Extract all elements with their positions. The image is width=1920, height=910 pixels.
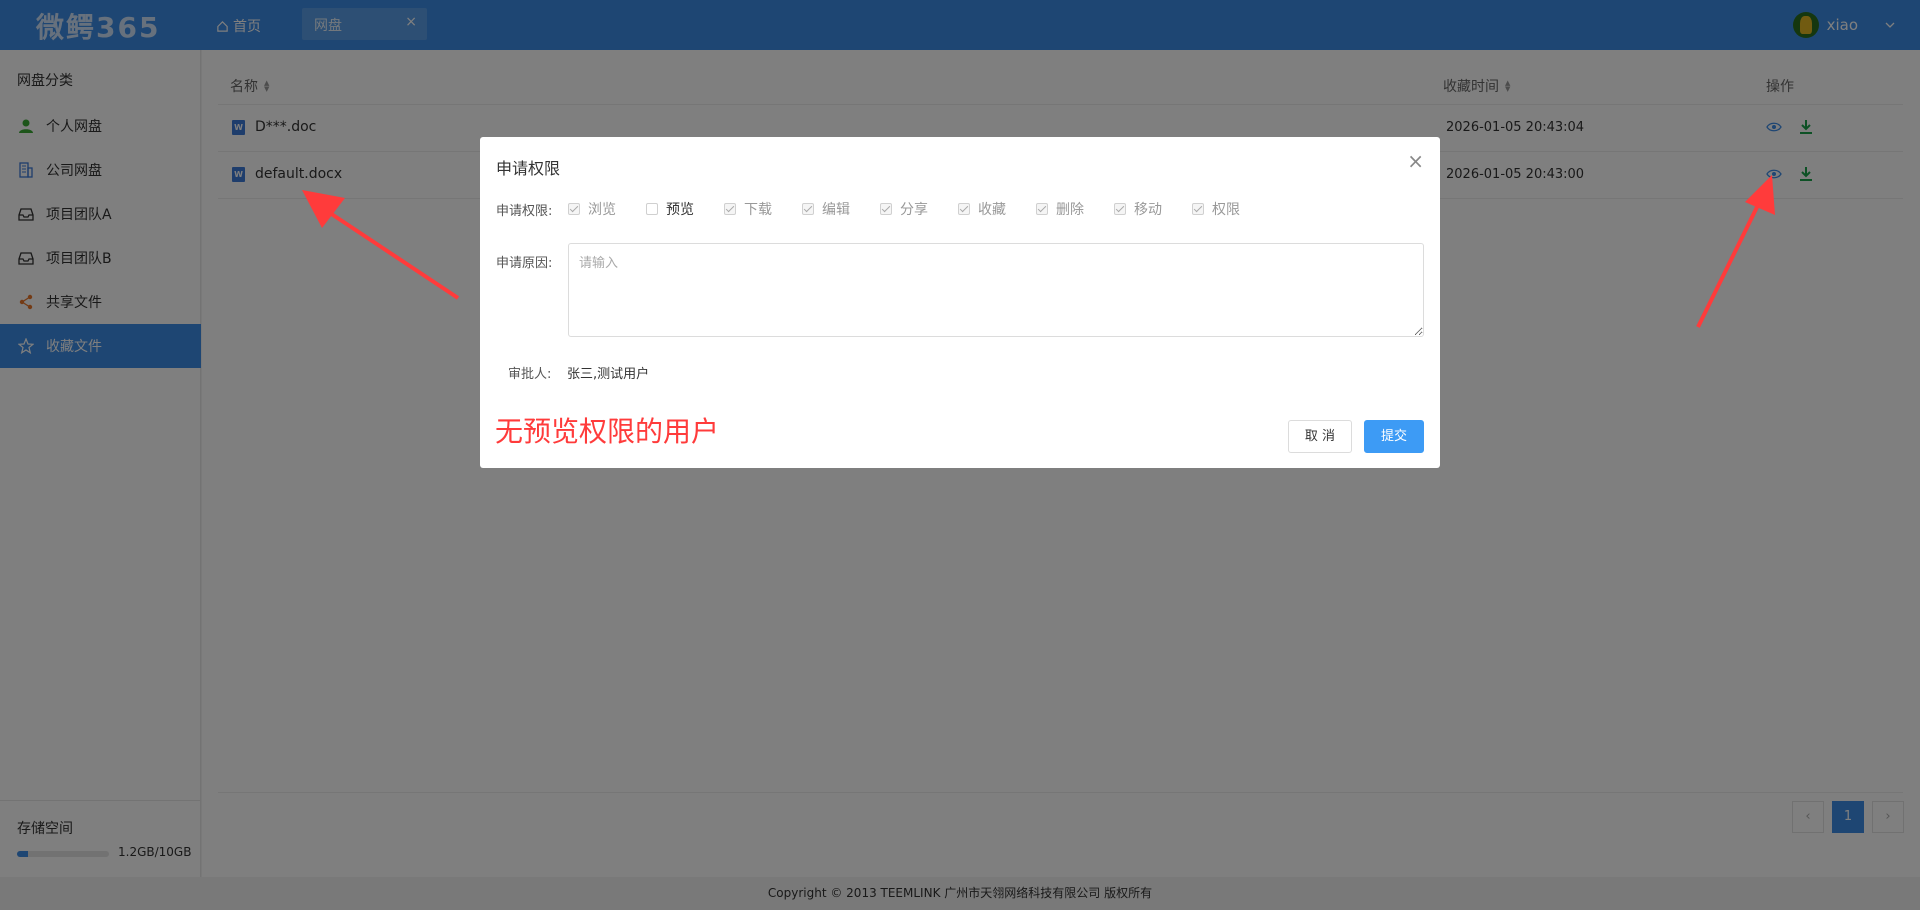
checkbox [1114,203,1126,215]
approver-label: 审批人: [508,367,552,382]
checkbox [958,203,970,215]
checkbox [1192,203,1204,215]
checkbox-label: 下载 [744,202,772,218]
checkbox [724,203,736,215]
checkbox-label: 删除 [1056,202,1084,218]
checkbox [880,203,892,215]
close-icon[interactable]: × [1407,149,1424,173]
cancel-button[interactable]: 取 消 [1288,420,1352,453]
annotation-note: 无预览权限的用户 [495,415,720,448]
checkbox-label: 编辑 [822,202,850,218]
checkbox-label: 移动 [1134,202,1162,218]
checkbox-label[interactable]: 预览 [666,199,694,219]
checkbox [802,203,814,215]
reason-textarea[interactable] [568,243,1424,337]
submit-button[interactable]: 提交 [1364,420,1424,453]
checkbox[interactable] [646,203,658,215]
request-permission-dialog: 申请权限 × 申请权限: 浏览 预览 下载 编辑 分享 收藏 删除 移动 权限 … [480,137,1440,468]
permission-label: 申请权限: [496,204,553,219]
permission-checkbox-group: 浏览 预览 下载 编辑 分享 收藏 删除 移动 权限 [568,199,1270,219]
checkbox-label: 分享 [900,202,928,218]
checkbox [568,203,580,215]
checkbox-label: 收藏 [978,202,1006,218]
approver-value: 张三,测试用户 [567,367,650,382]
checkbox [1036,203,1048,215]
checkbox-label: 权限 [1212,202,1240,218]
dialog-title: 申请权限 [496,159,561,178]
checkbox-label: 浏览 [588,202,616,218]
reason-label: 申请原因: [496,256,553,271]
